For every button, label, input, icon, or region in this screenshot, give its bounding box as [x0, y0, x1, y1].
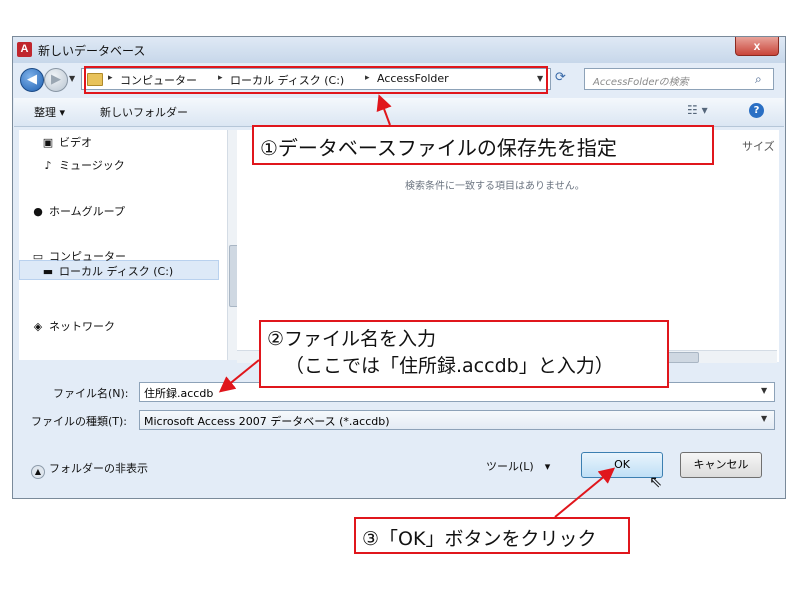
- arrow-to-address: [376, 94, 392, 126]
- annotation-arrows: [218, 94, 616, 518]
- arrow-to-filename: [218, 359, 260, 393]
- arrow-to-ok: [554, 467, 616, 518]
